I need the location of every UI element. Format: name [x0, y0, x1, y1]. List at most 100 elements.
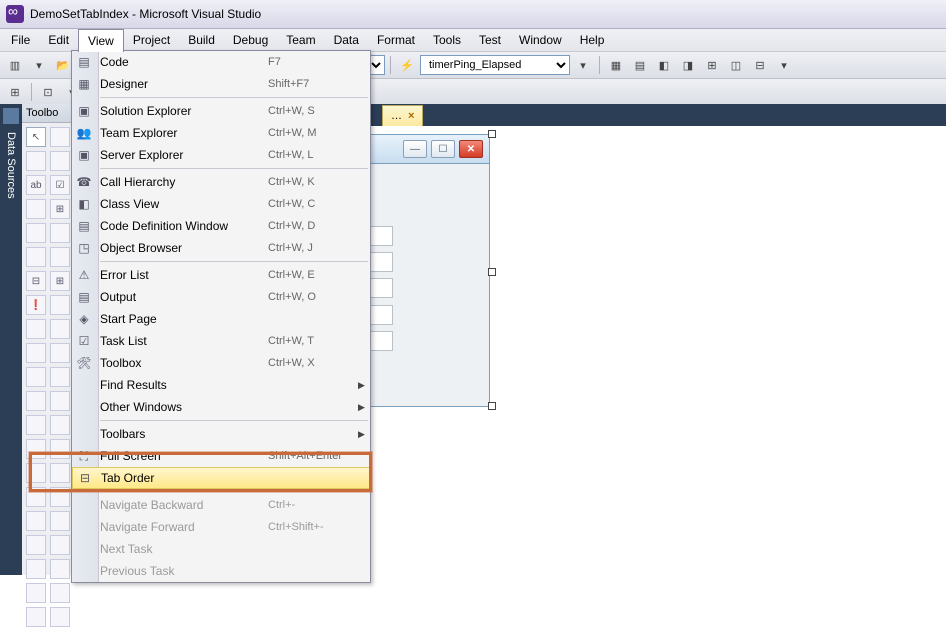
menu-view[interactable]: View — [78, 29, 124, 52]
proc-icon: ⚡ — [396, 54, 418, 76]
toolbox-item-2[interactable] — [26, 151, 46, 171]
toolbox-item-13[interactable]: ⊞ — [50, 271, 70, 291]
menu-build[interactable]: Build — [179, 29, 224, 51]
layout-btn-5[interactable]: ⊞ — [701, 54, 723, 76]
view-menu-tab-order[interactable]: ⊟Tab Order — [72, 467, 370, 489]
menu-edit[interactable]: Edit — [39, 29, 78, 51]
add-item-button[interactable]: ▾ — [28, 54, 50, 76]
view-menu-full-screen[interactable]: ⛶Full ScreenShift+Alt+Enter — [72, 445, 370, 467]
menu-item-icon: ▦ — [72, 77, 96, 91]
view-menu-output[interactable]: ▤OutputCtrl+W, O — [72, 286, 370, 308]
toolbox-item-19[interactable] — [50, 343, 70, 363]
view-menu-solution-explorer[interactable]: ▣Solution ExplorerCtrl+W, S — [72, 100, 370, 122]
toolbox-item-30[interactable] — [26, 487, 46, 507]
procedure-select[interactable]: timerPing_Elapsed — [420, 55, 570, 75]
layout-btn-8[interactable]: ▾ — [773, 54, 795, 76]
tb2-btn-2[interactable]: ⊡ — [37, 81, 59, 103]
toolbox-item-14[interactable]: ❗ — [26, 295, 46, 315]
layout-btn-7[interactable]: ⊟ — [749, 54, 771, 76]
toolbox-item-39[interactable] — [50, 583, 70, 603]
toolbox-item-23[interactable] — [50, 391, 70, 411]
toolbox-item-0[interactable]: ↖ — [26, 127, 46, 147]
toolbox-item-32[interactable] — [26, 511, 46, 531]
menu-data[interactable]: Data — [325, 29, 368, 51]
menu-tools[interactable]: Tools — [424, 29, 470, 51]
view-menu-toolbox[interactable]: 🛠ToolboxCtrl+W, X — [72, 352, 370, 374]
toolbox-item-21[interactable] — [50, 367, 70, 387]
proc-dropdown-icon[interactable]: ▾ — [572, 54, 594, 76]
view-menu-designer[interactable]: ▦DesignerShift+F7 — [72, 73, 370, 95]
rail-icon[interactable] — [3, 108, 19, 124]
toolbox-item-22[interactable] — [26, 391, 46, 411]
view-menu-object-browser[interactable]: ◳Object BrowserCtrl+W, J — [72, 237, 370, 259]
toolbox-item-16[interactable] — [26, 319, 46, 339]
toolbox-item-29[interactable] — [50, 463, 70, 483]
layout-btn-2[interactable]: ▤ — [629, 54, 651, 76]
toolbox-item-28[interactable] — [26, 463, 46, 483]
close-window-button[interactable]: ✕ — [459, 140, 483, 158]
view-menu-error-list[interactable]: ⚠Error ListCtrl+W, E — [72, 264, 370, 286]
close-icon[interactable]: × — [408, 110, 414, 122]
toolbox-item-17[interactable] — [50, 319, 70, 339]
toolbox-item-40[interactable] — [26, 607, 46, 627]
layout-btn-4[interactable]: ◨ — [677, 54, 699, 76]
toolbox-item-7[interactable]: ⊞ — [50, 199, 70, 219]
menu-test[interactable]: Test — [470, 29, 510, 51]
view-menu-team-explorer[interactable]: 👥Team ExplorerCtrl+W, M — [72, 122, 370, 144]
view-menu-call-hierarchy[interactable]: ☎Call HierarchyCtrl+W, K — [72, 171, 370, 193]
toolbox-item-9[interactable] — [50, 223, 70, 243]
data-sources-tab[interactable]: Data Sources — [3, 126, 19, 205]
view-menu-other-windows[interactable]: Other Windows▶ — [72, 396, 370, 418]
menu-file[interactable]: File — [2, 29, 39, 51]
layout-btn-3[interactable]: ◧ — [653, 54, 675, 76]
view-menu-find-results[interactable]: Find Results▶ — [72, 374, 370, 396]
view-menu-code-definition-window[interactable]: ▤Code Definition WindowCtrl+W, D — [72, 215, 370, 237]
menu-help[interactable]: Help — [571, 29, 614, 51]
toolbox-item-18[interactable] — [26, 343, 46, 363]
resize-handle-e[interactable] — [488, 268, 496, 276]
menu-window[interactable]: Window — [510, 29, 571, 51]
menu-format[interactable]: Format — [368, 29, 424, 51]
toolbox-item-31[interactable] — [50, 487, 70, 507]
layout-btn-6[interactable]: ◫ — [725, 54, 747, 76]
tb2-btn-1[interactable]: ⊞ — [4, 81, 26, 103]
toolbox-item-36[interactable] — [26, 559, 46, 579]
toolbox-item-6[interactable] — [26, 199, 46, 219]
toolbox-item-38[interactable] — [26, 583, 46, 603]
toolbox-item-24[interactable] — [26, 415, 46, 435]
resize-handle-ne[interactable] — [488, 130, 496, 138]
new-project-button[interactable]: ▥ — [4, 54, 26, 76]
toolbox-item-27[interactable] — [50, 439, 70, 459]
toolbox-item-37[interactable] — [50, 559, 70, 579]
toolbox-item-34[interactable] — [26, 535, 46, 555]
toolbox-item-4[interactable]: ab — [26, 175, 46, 195]
toolbox-item-8[interactable] — [26, 223, 46, 243]
view-menu-toolbars[interactable]: Toolbars▶ — [72, 423, 370, 445]
view-menu-server-explorer[interactable]: ▣Server ExplorerCtrl+W, L — [72, 144, 370, 166]
toolbox-item-20[interactable] — [26, 367, 46, 387]
minimize-button[interactable]: — — [403, 140, 427, 158]
resize-handle-se[interactable] — [488, 402, 496, 410]
menu-team[interactable]: Team — [277, 29, 324, 51]
view-menu-task-list[interactable]: ☑Task ListCtrl+W, T — [72, 330, 370, 352]
toolbox-item-1[interactable] — [50, 127, 70, 147]
layout-btn-1[interactable]: ▦ — [605, 54, 627, 76]
menu-debug[interactable]: Debug — [224, 29, 277, 51]
toolbox-item-33[interactable] — [50, 511, 70, 531]
toolbox-item-10[interactable] — [26, 247, 46, 267]
toolbox-item-12[interactable]: ⊟ — [26, 271, 46, 291]
menu-project[interactable]: Project — [124, 29, 179, 51]
designer-tab[interactable]: … × — [382, 105, 423, 126]
view-menu-class-view[interactable]: ◧Class ViewCtrl+W, C — [72, 193, 370, 215]
toolbox-item-5[interactable]: ☑ — [50, 175, 70, 195]
toolbox-item-35[interactable] — [50, 535, 70, 555]
view-menu-code[interactable]: ▤CodeF7 — [72, 51, 370, 73]
view-menu-start-page[interactable]: ◈Start Page — [72, 308, 370, 330]
toolbox-item-41[interactable] — [50, 607, 70, 627]
toolbox-item-3[interactable] — [50, 151, 70, 171]
toolbox-item-11[interactable] — [50, 247, 70, 267]
maximize-button[interactable]: ☐ — [431, 140, 455, 158]
toolbox-item-26[interactable] — [26, 439, 46, 459]
toolbox-item-25[interactable] — [50, 415, 70, 435]
toolbox-item-15[interactable] — [50, 295, 70, 315]
